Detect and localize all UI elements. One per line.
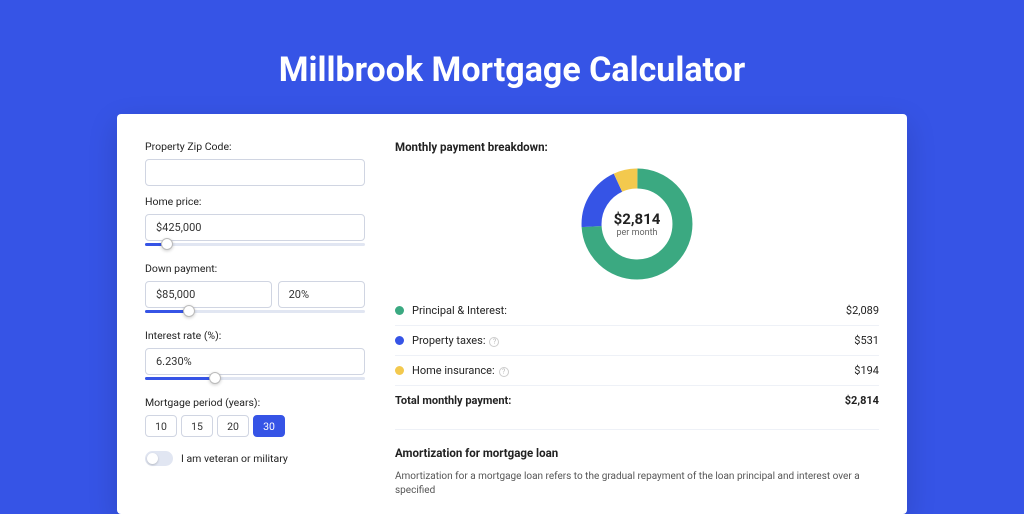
- donut-amount: $2,814: [614, 210, 661, 228]
- period-option-30[interactable]: 30: [253, 415, 285, 437]
- price-label: Home price:: [145, 195, 365, 208]
- page-title: Millbrook Mortgage Calculator: [0, 0, 1024, 114]
- breakdown-title: Monthly payment breakdown:: [395, 140, 879, 154]
- legend-row-taxes: Property taxes:? $531: [395, 325, 879, 355]
- info-icon[interactable]: ?: [499, 367, 509, 377]
- legend-row-total: Total monthly payment: $2,814: [395, 385, 879, 415]
- zip-input[interactable]: [145, 159, 365, 186]
- dot-icon: [395, 336, 404, 345]
- period-label: Mortgage period (years):: [145, 396, 365, 409]
- down-slider[interactable]: [145, 306, 365, 320]
- down-amount-input[interactable]: [145, 281, 272, 308]
- legend-row-principal: Principal & Interest: $2,089: [395, 296, 879, 325]
- down-label: Down payment:: [145, 262, 365, 275]
- amortization-text: Amortization for a mortgage loan refers …: [395, 470, 879, 498]
- donut-chart-wrap: $2,814 per month: [395, 164, 879, 284]
- donut-chart: $2,814 per month: [577, 164, 697, 284]
- period-option-15[interactable]: 15: [181, 415, 213, 437]
- rate-slider-thumb[interactable]: [209, 372, 221, 384]
- dot-icon: [395, 366, 404, 375]
- down-slider-thumb[interactable]: [183, 305, 195, 317]
- donut-sub: per month: [616, 228, 657, 238]
- amortization-section: Amortization for mortgage loan Amortizat…: [395, 429, 879, 498]
- amortization-title: Amortization for mortgage loan: [395, 446, 879, 460]
- price-slider-thumb[interactable]: [161, 238, 173, 250]
- period-option-20[interactable]: 20: [217, 415, 249, 437]
- info-icon[interactable]: ?: [489, 337, 499, 347]
- rate-label: Interest rate (%):: [145, 329, 365, 342]
- legend-amount: $194: [854, 364, 879, 377]
- rate-input[interactable]: [145, 348, 365, 375]
- veteran-label: I am veteran or military: [181, 452, 288, 465]
- period-group: 10 15 20 30: [145, 415, 365, 437]
- inputs-panel: Property Zip Code: Home price: Down paym…: [145, 140, 385, 488]
- period-option-10[interactable]: 10: [145, 415, 177, 437]
- rate-slider[interactable]: [145, 373, 365, 387]
- calculator-card: Property Zip Code: Home price: Down paym…: [117, 114, 907, 514]
- veteran-toggle[interactable]: [145, 451, 173, 466]
- legend-amount: $2,089: [846, 304, 879, 317]
- legend-label: Principal & Interest:: [412, 304, 846, 317]
- legend-amount: $531: [854, 334, 879, 347]
- dot-icon: [395, 306, 404, 315]
- price-slider[interactable]: [145, 239, 365, 253]
- down-percent-input[interactable]: [278, 281, 365, 308]
- breakdown-panel: Monthly payment breakdown: $2,814 per mo…: [385, 140, 879, 488]
- zip-label: Property Zip Code:: [145, 140, 365, 153]
- total-label: Total monthly payment:: [395, 394, 845, 407]
- legend-label: Home insurance:?: [412, 364, 854, 377]
- total-amount: $2,814: [845, 394, 879, 407]
- legend-row-insurance: Home insurance:? $194: [395, 355, 879, 385]
- price-input[interactable]: [145, 214, 365, 241]
- legend-label: Property taxes:?: [412, 334, 854, 347]
- legend: Principal & Interest: $2,089 Property ta…: [395, 296, 879, 415]
